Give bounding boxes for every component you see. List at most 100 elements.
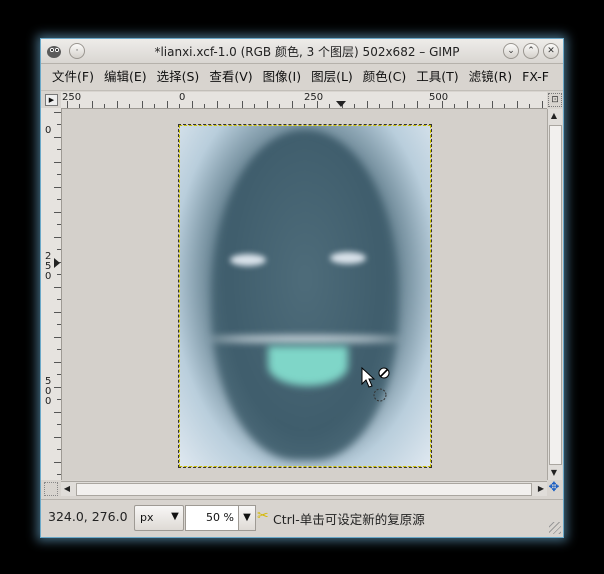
ruler-tick	[404, 104, 405, 108]
menu-bar: 文件(F) 编辑(E) 选择(S) 查看(V) 图像(I) 图层(L) 颜色(C) 工具(T)…	[41, 64, 563, 91]
menu-filters[interactable]: 滤镜(R)	[464, 64, 517, 90]
ruler-label: 5 0 0	[45, 376, 52, 407]
clone-tool-cursor-icon	[361, 366, 390, 402]
navigate-image-icon[interactable]: ✥	[547, 481, 561, 495]
ruler-tick	[129, 104, 130, 108]
menu-fx-foundry[interactable]: FX-F	[517, 64, 554, 90]
ruler-tick	[54, 361, 61, 363]
ruler-tick	[54, 336, 61, 338]
ruler-label: 0	[179, 92, 186, 103]
ruler-label: 250	[304, 92, 324, 103]
scroll-up-arrow-icon[interactable]: ▲	[548, 109, 560, 123]
ruler-tick	[191, 101, 193, 108]
canvas-area[interactable]	[62, 109, 547, 480]
unit-selector[interactable]: px ▼	[134, 505, 184, 531]
face-shape	[212, 130, 398, 460]
quick-mask-toggle-icon[interactable]	[44, 482, 58, 496]
ruler-tick	[279, 104, 280, 108]
ruler-tick	[54, 386, 61, 388]
image-highlight	[210, 336, 400, 342]
ruler-tick	[91, 101, 93, 108]
ruler-tick	[304, 104, 305, 108]
menu-tools[interactable]: 工具(T)	[411, 64, 463, 90]
ruler-tick	[57, 199, 61, 200]
ruler-tick	[54, 436, 61, 438]
ruler-tick	[491, 101, 493, 108]
scroll-down-arrow-icon[interactable]: ▼	[548, 466, 560, 480]
vertical-scroll-thumb[interactable]	[549, 125, 562, 465]
menu-layer[interactable]: 图层(L)	[306, 64, 358, 90]
ruler-tick	[57, 324, 61, 325]
menu-colors[interactable]: 颜色(C)	[358, 64, 411, 90]
menu-image[interactable]: 图像(I)	[258, 64, 306, 90]
image-canvas[interactable]	[178, 124, 432, 468]
ruler-tick	[379, 104, 380, 108]
zoom-image-icon[interactable]: ⊡	[548, 93, 562, 107]
ruler-tick	[57, 424, 61, 425]
maximize-button[interactable]: ⌃	[523, 43, 539, 59]
ruler-tick	[479, 104, 480, 108]
title-bar[interactable]: · *lianxi.xcf-1.0 (RGB 颜色, 3 个图层) 502x68…	[41, 39, 563, 64]
ruler-tick	[57, 274, 61, 275]
ruler-tick	[57, 149, 61, 150]
gimp-wilber-icon[interactable]	[45, 42, 63, 60]
ruler-tick	[416, 101, 418, 108]
horizontal-scrollbar[interactable]: ◀ ▶	[61, 481, 547, 496]
mouth-shape	[268, 346, 348, 386]
pointer-marker-icon	[54, 258, 60, 268]
window-menu-button[interactable]: ·	[69, 43, 85, 59]
gimp-image-window: · *lianxi.xcf-1.0 (RGB 颜色, 3 个图层) 502x68…	[40, 38, 564, 538]
ruler-tick	[54, 136, 61, 138]
vertical-scrollbar[interactable]: ▲ ▼	[547, 109, 562, 480]
zoom-dropdown-button[interactable]: ▼	[238, 505, 256, 531]
ruler-tick	[154, 104, 155, 108]
vertical-ruler[interactable]: 0 2 5 0 5 0 0	[41, 108, 62, 480]
menu-edit[interactable]: 编辑(E)	[99, 64, 152, 90]
zoom-input[interactable]: 50 %	[185, 505, 239, 531]
ruler-tick	[516, 101, 518, 108]
image-menu-button[interactable]: ▶	[45, 94, 58, 106]
ruler-tick	[57, 374, 61, 375]
scroll-left-arrow-icon[interactable]: ◀	[61, 482, 73, 496]
ruler-tick	[57, 299, 61, 300]
ruler-tick	[141, 101, 143, 108]
scroll-right-arrow-icon[interactable]: ▶	[535, 482, 547, 496]
ruler-tick	[54, 211, 61, 213]
minimize-button[interactable]: ⌄	[503, 43, 519, 59]
pointer-coordinates: 324.0, 276.0	[48, 509, 128, 524]
chevron-down-icon[interactable]: ▼	[168, 506, 182, 528]
ruler-tick	[366, 101, 368, 108]
ruler-tick	[54, 111, 61, 113]
ruler-tick	[54, 411, 61, 413]
menu-file[interactable]: 文件(F)	[47, 64, 99, 90]
ruler-tick	[241, 101, 243, 108]
ruler-tick	[316, 101, 318, 108]
menu-view[interactable]: 查看(V)	[204, 64, 257, 90]
ruler-tick	[54, 236, 61, 238]
ruler-tick	[429, 104, 430, 108]
ruler-tick	[266, 101, 268, 108]
right-eye	[330, 252, 366, 264]
horizontal-ruler[interactable]: 250 0 250 500	[61, 92, 547, 109]
ruler-tick	[204, 104, 205, 108]
status-bar: 324.0, 276.0 px ▼ 50 % ▼ ✂ Ctrl-单击可设定新的复…	[41, 499, 563, 536]
resize-grip[interactable]	[549, 522, 561, 534]
horizontal-scroll-thumb[interactable]	[76, 483, 532, 496]
ruler-tick	[329, 104, 330, 108]
inverted-face-image	[180, 126, 430, 466]
window-title: *lianxi.xcf-1.0 (RGB 颜色, 3 个图层) 502x682 …	[154, 45, 460, 59]
ruler-tick	[116, 101, 118, 108]
menu-select[interactable]: 选择(S)	[152, 64, 205, 90]
ruler-tick	[179, 104, 180, 108]
ruler-tick	[354, 104, 355, 108]
ruler-tick	[166, 101, 168, 108]
ruler-tick	[57, 399, 61, 400]
unit-value: px	[140, 511, 154, 524]
ruler-tick	[54, 311, 61, 313]
left-eye	[230, 254, 266, 266]
close-button[interactable]: ✕	[543, 43, 559, 59]
ruler-tick	[66, 101, 68, 108]
clone-tool-icon: ✂	[257, 508, 269, 524]
ruler-tick	[57, 474, 61, 475]
ruler-tick	[104, 104, 105, 108]
